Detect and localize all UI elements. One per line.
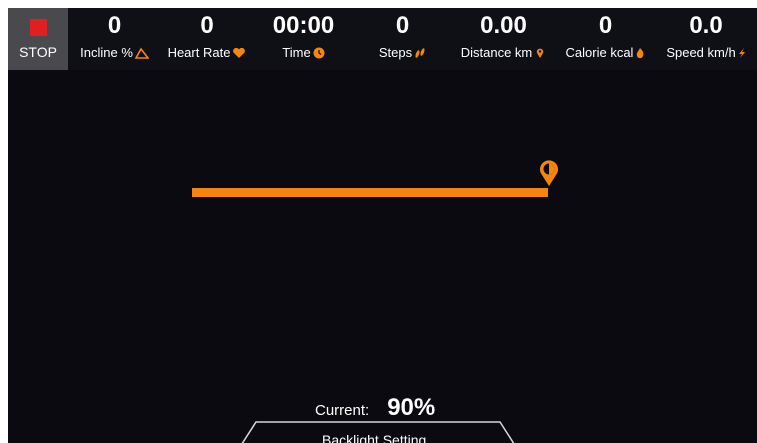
backlight-slider-track[interactable] bbox=[192, 188, 548, 197]
backlight-setting-title: Backlight Setting bbox=[322, 432, 427, 443]
incline-value: 0 bbox=[107, 12, 122, 39]
current-brightness: Current: 90% bbox=[315, 394, 435, 422]
calorie-label: Calorie kcal bbox=[565, 45, 634, 60]
stop-button[interactable]: STOP bbox=[8, 8, 68, 70]
stop-icon bbox=[29, 18, 47, 36]
metric-steps: 0 Steps bbox=[354, 8, 451, 70]
flame-icon bbox=[637, 48, 644, 59]
top-status-bar: STOP 0 Incline % 0 Heart Rate 00:00 Time bbox=[8, 8, 757, 70]
metric-calorie: 0 Calorie kcal bbox=[556, 8, 655, 70]
metric-incline: 0 Incline % bbox=[68, 8, 161, 70]
speed-label: Speed km/h bbox=[666, 45, 736, 60]
backlight-screen: STOP 0 Incline % 0 Heart Rate 00:00 Time bbox=[8, 8, 757, 443]
incline-label: Incline % bbox=[80, 45, 133, 60]
clock-icon bbox=[313, 47, 325, 59]
brightness-icon[interactable] bbox=[538, 159, 560, 187]
metric-time: 00:00 Time bbox=[253, 8, 354, 70]
incline-icon bbox=[134, 47, 149, 59]
distance-label: Distance km bbox=[460, 45, 533, 60]
time-value: 00:00 bbox=[272, 12, 335, 39]
speed-value: 0.0 bbox=[689, 12, 723, 39]
current-value: 90% bbox=[387, 394, 436, 421]
speed-icon bbox=[738, 48, 745, 58]
stop-label: STOP bbox=[19, 43, 57, 60]
time-label: Time bbox=[282, 45, 311, 60]
location-pin-icon bbox=[537, 48, 544, 58]
heart-rate-value: 0 bbox=[200, 12, 214, 39]
steps-value: 0 bbox=[395, 12, 410, 39]
steps-label: Steps bbox=[378, 45, 413, 60]
calorie-value: 0 bbox=[598, 12, 613, 39]
footsteps-icon bbox=[415, 48, 425, 58]
current-label: Current: bbox=[315, 402, 370, 419]
distance-value: 0.00 bbox=[480, 12, 527, 39]
metric-distance: 0.00 Distance km bbox=[451, 8, 556, 70]
heart-rate-label: Heart Rate bbox=[167, 45, 231, 60]
metric-heart-rate: 0 Heart Rate bbox=[161, 8, 253, 70]
metric-speed: 0.0 Speed km/h bbox=[655, 8, 757, 70]
heart-icon bbox=[233, 47, 246, 58]
